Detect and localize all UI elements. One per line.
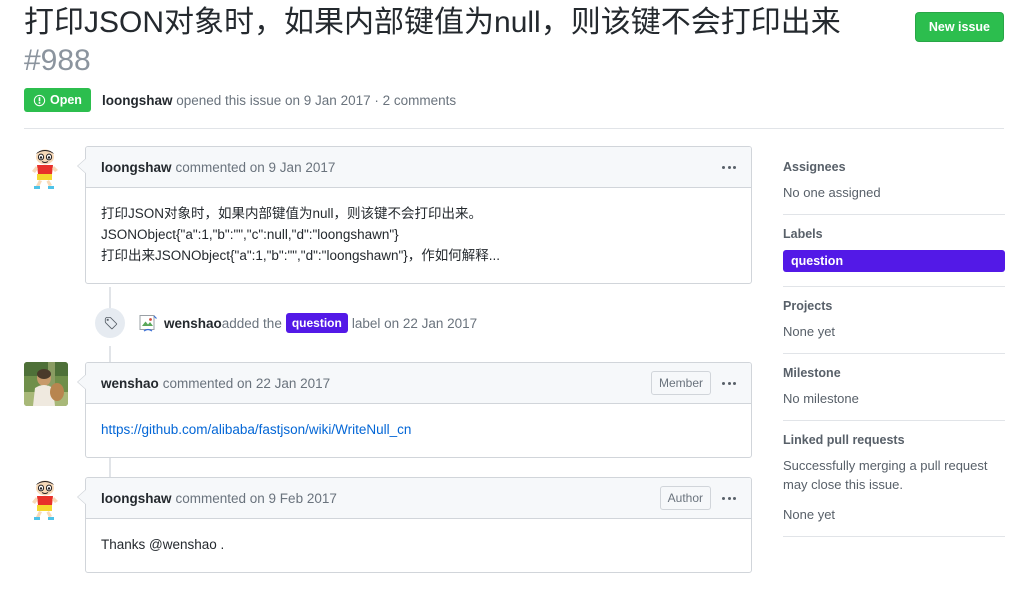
avatar[interactable] [24, 146, 68, 190]
projects-heading[interactable]: Projects [783, 299, 1005, 313]
linked-pull-requests-heading[interactable]: Linked pull requests [783, 433, 1005, 447]
avatar-photo-icon [24, 362, 68, 406]
labels-heading[interactable]: Labels [783, 227, 1005, 241]
comment-body: https://github.com/alibaba/fastjson/wiki… [86, 404, 751, 457]
author-association-badge: Author [659, 486, 711, 510]
sidebar-divider [783, 286, 1005, 287]
comment-author[interactable]: loongshaw [101, 160, 172, 175]
comment-box: wenshao commented on 22 Jan 2017 Member … [77, 362, 752, 458]
comment-header: loongshaw commented on 9 Jan 2017 [86, 147, 751, 188]
comment-box: loongshaw commented on 9 Feb 2017 Author… [77, 477, 752, 573]
milestone-value: No milestone [783, 391, 859, 406]
comment-timestamp: commented on 9 Feb 2017 [175, 490, 337, 506]
label-event-before: added the [221, 315, 282, 331]
milestone-heading[interactable]: Milestone [783, 366, 1005, 380]
comment-header: loongshaw commented on 9 Feb 2017 Author [86, 478, 751, 519]
linked-pull-requests-note: Successfully merging a pull request may … [783, 458, 988, 492]
sidebar-section-linked-prs: Linked pull requests Successfully mergin… [783, 433, 1005, 536]
label-event-after: label on 22 Jan 2017 [351, 315, 478, 331]
projects-value: None yet [783, 324, 836, 339]
comment-menu-icon[interactable] [720, 164, 738, 171]
timeline-label-event: wenshao added the question label on 22 J… [24, 303, 752, 343]
broken-image-icon [139, 315, 157, 332]
label-question[interactable]: question [783, 250, 1005, 272]
comment-menu-icon[interactable] [720, 495, 738, 502]
sidebar-divider [783, 420, 1005, 421]
sidebar-divider [783, 353, 1005, 354]
status-badge-label: Open [50, 93, 82, 107]
avatar-shinchan-icon [24, 477, 68, 521]
label-event-actor[interactable]: wenshao [164, 316, 222, 331]
comment-timestamp: commented on 22 Jan 2017 [162, 375, 331, 391]
issue-opened-icon [33, 94, 46, 107]
comment-item: loongshaw commented on 9 Feb 2017 Author… [24, 477, 752, 573]
comment-line: JSONObject{"a":1,"b":"","c":null,"d":"lo… [101, 227, 399, 242]
issue-sidebar: Assignees No one assigned Labels questio… [783, 160, 1005, 549]
sidebar-divider [783, 214, 1005, 215]
status-badge[interactable]: Open [24, 88, 91, 112]
sidebar-section-milestone: Milestone No milestone [783, 366, 1005, 420]
comment-body: 打印JSON对象时，如果内部键值为null，则该键不会打印出来。 JSONObj… [86, 188, 751, 283]
sidebar-section-labels: Labels question [783, 227, 1005, 286]
comment-author[interactable]: wenshao [101, 376, 159, 391]
avatar[interactable] [24, 477, 68, 521]
comment-author[interactable]: loongshaw [101, 491, 172, 506]
issue-header: 打印JSON对象时，如果内部键值为null，则该键不会打印出来 #988 New… [24, 4, 1004, 112]
comment-body: Thanks @wenshao . [86, 519, 751, 572]
comment-timestamp: commented on 9 Jan 2017 [175, 159, 336, 175]
comment-line: 打印JSON对象时，如果内部键值为null，则该键不会打印出来。 [101, 206, 483, 221]
issue-opener[interactable]: loongshaw [102, 93, 173, 108]
sidebar-section-projects: Projects None yet [783, 299, 1005, 353]
page-title: 打印JSON对象时，如果内部键值为null，则该键不会打印出来 #988 [24, 4, 903, 80]
linked-pull-requests-value: None yet [783, 507, 836, 522]
comment-line: 打印出来JSONObject{"a":1,"b":"","d":"loongsh… [101, 248, 501, 263]
comment-box: loongshaw commented on 9 Jan 2017 打印JSON… [77, 146, 752, 284]
comment-line: Thanks @wenshao . [101, 537, 225, 552]
label-event-text: wenshao added the question label on 22 J… [139, 313, 477, 333]
new-issue-button[interactable]: New issue [914, 12, 1004, 42]
avatar[interactable] [24, 362, 68, 406]
comment-menu-icon[interactable] [720, 380, 738, 387]
inline-label-question[interactable]: question [285, 313, 348, 333]
tag-icon [95, 308, 125, 338]
sidebar-section-assignees: Assignees No one assigned [783, 160, 1005, 214]
issue-title-text: 打印JSON对象时，如果内部键值为null，则该键不会打印出来 [24, 6, 841, 39]
title-row: 打印JSON对象时，如果内部键值为null，则该键不会打印出来 #988 New… [24, 4, 1004, 80]
author-association-badge: Member [650, 371, 711, 395]
issue-meta-detail: opened this issue on 9 Jan 2017 · 2 comm… [172, 92, 457, 108]
header-divider [24, 128, 1004, 129]
title-block: 打印JSON对象时，如果内部键值为null，则该键不会打印出来 #988 [24, 4, 915, 80]
issue-meta-text: loongshaw opened this issue on 9 Jan 201… [102, 93, 456, 108]
comment-item: loongshaw commented on 9 Jan 2017 打印JSON… [24, 146, 752, 284]
sidebar-divider [783, 536, 1005, 537]
comment-header: wenshao commented on 22 Jan 2017 Member [86, 363, 751, 404]
issue-meta-row: Open loongshaw opened this issue on 9 Ja… [24, 88, 1004, 112]
issue-timeline: loongshaw commented on 9 Jan 2017 打印JSON… [24, 146, 752, 573]
comment-item: wenshao commented on 22 Jan 2017 Member … [24, 362, 752, 458]
avatar-shinchan-icon [24, 146, 68, 190]
assignees-heading[interactable]: Assignees [783, 160, 1005, 174]
assignees-value: No one assigned [783, 185, 881, 200]
comment-link[interactable]: https://github.com/alibaba/fastjson/wiki… [101, 422, 411, 437]
issue-number: #988 [24, 44, 91, 77]
issue-page: 打印JSON对象时，如果内部键值为null，则该键不会打印出来 #988 New… [0, 0, 1028, 598]
